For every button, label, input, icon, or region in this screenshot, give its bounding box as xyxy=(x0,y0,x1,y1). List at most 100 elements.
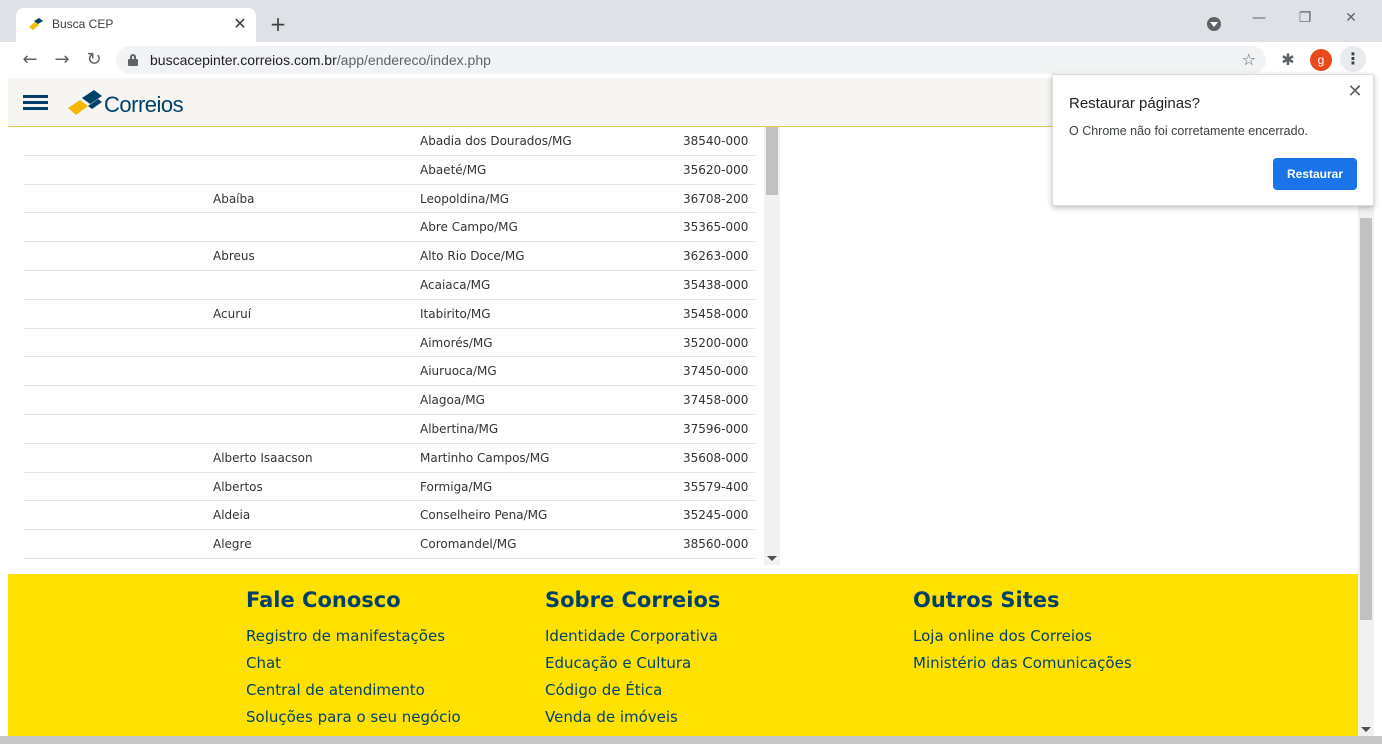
cidade-cell: Albertina/MG xyxy=(420,421,499,436)
browser-tab[interactable]: Busca CEP ✕ xyxy=(16,8,256,42)
bairro-cell: Alberto Isaacson xyxy=(213,450,313,465)
lock-icon xyxy=(128,54,138,66)
cep-cell: 37596-000 xyxy=(683,421,749,436)
restore-window-icon[interactable]: ❐ xyxy=(1290,10,1320,26)
bottom-edge xyxy=(0,736,1382,744)
cep-cell: 35438-000 xyxy=(683,277,749,292)
footer-link-etica[interactable]: Código de Ética xyxy=(545,680,720,707)
table-row: Aiuruoca/MG 37450-000 xyxy=(24,357,755,387)
scroll-down-arrow-icon[interactable] xyxy=(767,556,777,561)
table-row: Abre Campo/MG 35365-000 xyxy=(24,213,755,243)
cidade-cell: Conselheiro Pena/MG xyxy=(420,508,548,523)
cidade-cell: Alagoa/MG xyxy=(420,393,485,408)
chrome-menu-icon[interactable]: ⋮ xyxy=(1340,46,1366,72)
tab-close-icon[interactable]: ✕ xyxy=(230,14,250,34)
correios-logo-icon xyxy=(68,90,102,115)
cidade-cell: Abaeté/MG xyxy=(420,162,487,177)
cidade-cell: Coromandel/MG xyxy=(420,537,517,552)
cidade-cell: Itabirito/MG xyxy=(420,306,491,321)
correios-logo[interactable]: Correios xyxy=(68,88,198,118)
footer-heading: Fale Conosco xyxy=(246,588,401,612)
cep-cell: 35620-000 xyxy=(683,162,749,177)
dialog-message: O Chrome não foi corretamente encerrado. xyxy=(1069,124,1309,138)
cep-cell: 37450-000 xyxy=(683,364,749,379)
cidade-cell: Acaiaca/MG xyxy=(420,277,491,292)
table-row: Abadia dos Dourados/MG 38540-000 xyxy=(24,127,755,156)
results-scrollbar-thumb[interactable] xyxy=(766,127,778,195)
bairro-cell: Aldeia xyxy=(213,508,251,523)
footer-link-educacao[interactable]: Educação e Cultura xyxy=(545,653,720,680)
bairro-cell: Abreus xyxy=(213,249,255,264)
reload-icon[interactable]: ↻ xyxy=(82,48,106,72)
cidade-cell: Alto Rio Doce/MG xyxy=(420,249,525,264)
footer-link-imoveis[interactable]: Venda de imóveis xyxy=(545,707,720,734)
site-footer: Fale Conosco Registro de manifestações C… xyxy=(8,574,1358,744)
cidade-cell: Abre Campo/MG xyxy=(420,220,518,235)
footer-sobre-correios: Sobre Correios Identidade Corporativa Ed… xyxy=(545,588,720,734)
cep-cell: 35200-000 xyxy=(683,335,749,350)
page-scrollbar-thumb[interactable] xyxy=(1360,218,1372,620)
browser-toolbar: ← → ↻ buscacepinter.correios.com.br/app/… xyxy=(0,42,1382,78)
cidade-cell: Aimorés/MG xyxy=(420,335,493,350)
cep-cell: 38540-000 xyxy=(683,134,749,148)
new-tab-button[interactable]: + xyxy=(266,12,290,36)
table-row: Alagoa/MG 37458-000 xyxy=(24,386,755,415)
cidade-cell: Leopoldina/MG xyxy=(420,191,510,206)
cidade-cell: Abadia dos Dourados/MG xyxy=(420,134,572,148)
logo-text: Correios xyxy=(104,92,184,117)
cep-cell: 36263-000 xyxy=(683,249,749,264)
cidade-cell: Formiga/MG xyxy=(420,479,493,494)
footer-link-registro[interactable]: Registro de manifestações xyxy=(246,626,461,653)
footer-link-chat[interactable]: Chat xyxy=(246,653,461,680)
close-window-icon[interactable]: ✕ xyxy=(1336,10,1366,26)
results-table: Abadia dos Dourados/MG 38540-000 Abaeté/MG… xyxy=(24,127,780,565)
address-bar[interactable]: buscacepinter.correios.com.br/app/endere… xyxy=(116,46,1266,74)
footer-link-ministerio[interactable]: Ministério das Comunicações xyxy=(913,653,1132,680)
table-row: Aldeia Conselheiro Pena/MG 35245-000 xyxy=(24,501,755,531)
table-row: Abaíba Leopoldina/MG 36708-200 xyxy=(24,185,755,214)
table-row: Albertos Formiga/MG 35579-400 xyxy=(24,473,755,502)
profile-avatar[interactable]: g xyxy=(1310,49,1332,71)
table-row: Abreus Alto Rio Doce/MG 36263-000 xyxy=(24,242,755,271)
table-row: Aimorés/MG 35200-000 xyxy=(24,329,755,358)
footer-heading: Sobre Correios xyxy=(545,588,721,612)
tab-search-icon[interactable] xyxy=(1207,17,1221,31)
bairro-cell: Abaíba xyxy=(213,191,255,206)
hamburger-menu-icon[interactable] xyxy=(23,95,48,111)
browser-tab-strip: Busca CEP ✕ + — ❐ ✕ xyxy=(0,0,1382,42)
url-text: buscacepinter.correios.com.br/app/endere… xyxy=(150,52,491,68)
footer-link-central[interactable]: Central de atendimento xyxy=(246,680,461,707)
cep-cell: 38560-000 xyxy=(683,537,749,552)
footer-fale-conosco: Fale Conosco Registro de manifestações C… xyxy=(246,588,461,734)
cep-cell: 36708-200 xyxy=(683,191,749,206)
bairro-cell: Alegre xyxy=(213,537,252,552)
footer-outros-sites: Outros Sites Loja online dos Correios Mi… xyxy=(913,588,1132,680)
correios-favicon-icon xyxy=(29,18,43,30)
table-row: Alegre Coromandel/MG 38560-000 xyxy=(24,530,755,559)
forward-icon[interactable]: → xyxy=(50,48,74,72)
table-row: Acaiaca/MG 35438-000 xyxy=(24,271,755,300)
bookmark-star-icon[interactable]: ☆ xyxy=(1242,50,1256,69)
page-scroll-down-arrow-icon[interactable] xyxy=(1361,727,1371,732)
footer-link-identidade[interactable]: Identidade Corporativa xyxy=(545,626,720,653)
bairro-cell: Acuruí xyxy=(213,306,252,321)
footer-link-solucoes[interactable]: Soluções para o seu negócio xyxy=(246,707,461,734)
restore-button[interactable]: Restaurar xyxy=(1273,158,1357,190)
restore-pages-dialog: Restaurar páginas? ✕ O Chrome não foi co… xyxy=(1052,74,1374,206)
bairro-cell: Albertos xyxy=(213,479,263,494)
cep-cell: 35458-000 xyxy=(683,306,749,321)
cidade-cell: Aiuruoca/MG xyxy=(420,364,497,379)
minimize-icon[interactable]: — xyxy=(1244,10,1274,26)
table-row: Acuruí Itabirito/MG 35458-000 xyxy=(24,300,755,329)
footer-link-loja[interactable]: Loja online dos Correios xyxy=(913,626,1132,653)
cep-cell: 37458-000 xyxy=(683,393,749,408)
back-icon[interactable]: ← xyxy=(18,48,42,72)
dialog-title: Restaurar páginas? xyxy=(1069,95,1200,112)
results-scrollbar[interactable] xyxy=(764,127,780,565)
dialog-close-icon[interactable]: ✕ xyxy=(1345,81,1365,102)
cep-cell: 35608-000 xyxy=(683,450,749,465)
extensions-puzzle-icon[interactable]: ✱ xyxy=(1278,50,1298,69)
table-row: Alberto Isaacson Martinho Campos/MG 35608-… xyxy=(24,444,755,473)
table-row: Abaeté/MG 35620-000 xyxy=(24,156,755,185)
cidade-cell: Martinho Campos/MG xyxy=(420,450,550,465)
